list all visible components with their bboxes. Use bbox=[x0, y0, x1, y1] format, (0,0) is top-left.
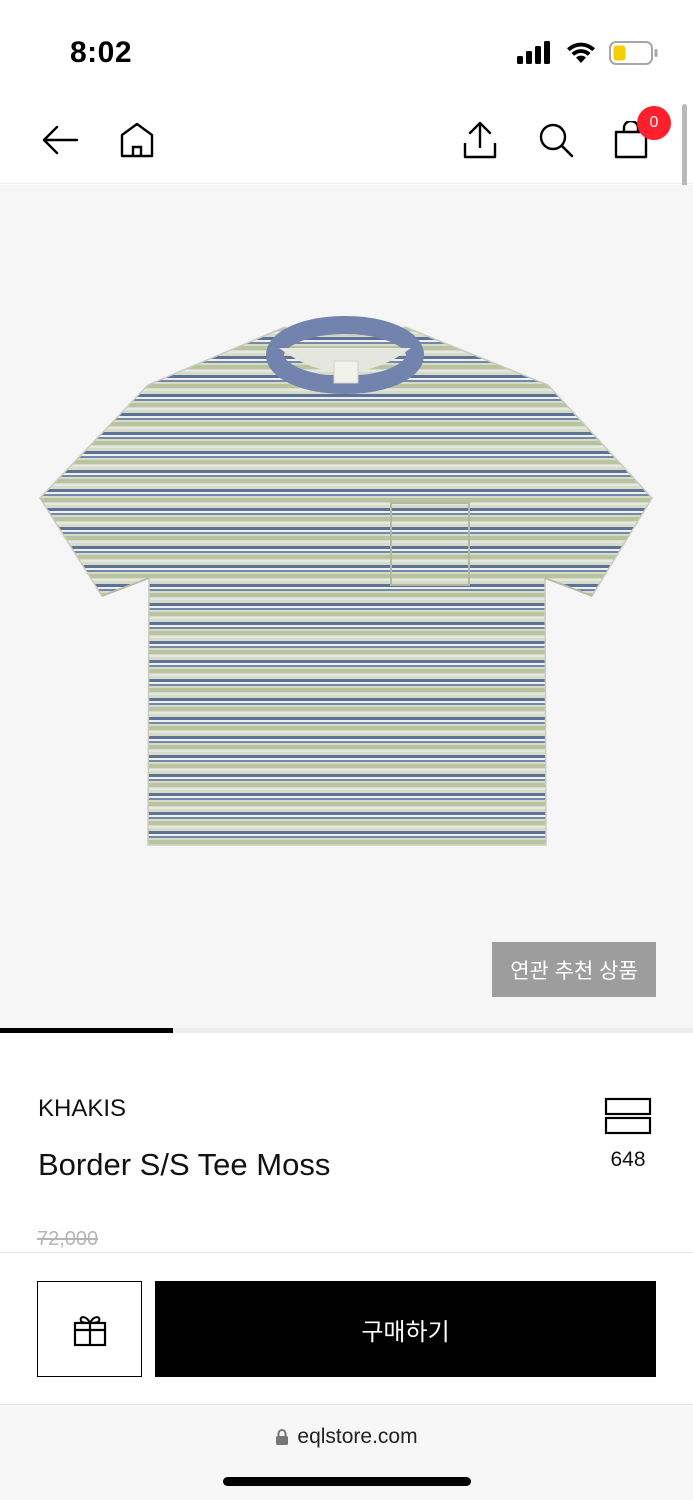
buy-now-button[interactable]: 구매하기 bbox=[155, 1281, 656, 1377]
related-products-button[interactable]: 연관 추천 상품 bbox=[492, 942, 656, 997]
product-image-gallery[interactable] bbox=[0, 185, 693, 1028]
lock-icon bbox=[276, 1429, 289, 1445]
status-icons bbox=[517, 40, 659, 66]
search-button[interactable] bbox=[530, 114, 582, 166]
original-price: 72,000 bbox=[37, 1228, 99, 1250]
url-text: eqlstore.com bbox=[297, 1425, 418, 1448]
back-button[interactable] bbox=[34, 114, 86, 166]
search-icon bbox=[539, 123, 574, 158]
product-title: Border S/S Tee Moss bbox=[38, 1147, 331, 1182]
back-arrow-icon bbox=[42, 125, 79, 155]
home-icon bbox=[120, 122, 154, 158]
url-display[interactable]: eqlstore.com bbox=[0, 1425, 693, 1449]
signal-icon bbox=[517, 41, 550, 64]
wifi-icon bbox=[567, 42, 595, 63]
share-icon bbox=[463, 121, 497, 159]
home-button[interactable] bbox=[111, 114, 163, 166]
battery-icon bbox=[609, 41, 658, 65]
bottom-action-bar: 구매하기 bbox=[0, 1252, 693, 1404]
browser-url-bar: eqlstore.com bbox=[0, 1404, 693, 1500]
product-image bbox=[39, 316, 653, 846]
share-button[interactable] bbox=[454, 114, 506, 166]
gift-button[interactable] bbox=[37, 1281, 142, 1377]
cart-button[interactable]: 0 bbox=[605, 106, 671, 166]
size-guide-button[interactable]: 648 bbox=[596, 1097, 660, 1172]
brand-name[interactable]: KHAKIS bbox=[38, 1095, 126, 1123]
product-info: KHAKIS Border S/S Tee Moss 72,000 648 bbox=[0, 1033, 693, 1253]
nav-bar: 0 bbox=[0, 100, 693, 184]
status-time: 8:02 bbox=[70, 36, 133, 69]
cart-count-badge: 0 bbox=[637, 106, 671, 140]
size-guide-count: 648 bbox=[610, 1148, 646, 1171]
status-bar: 8:02 bbox=[0, 0, 693, 100]
home-indicator[interactable] bbox=[223, 1477, 471, 1486]
gift-icon bbox=[73, 1316, 106, 1347]
size-guide-icon bbox=[604, 1097, 652, 1135]
